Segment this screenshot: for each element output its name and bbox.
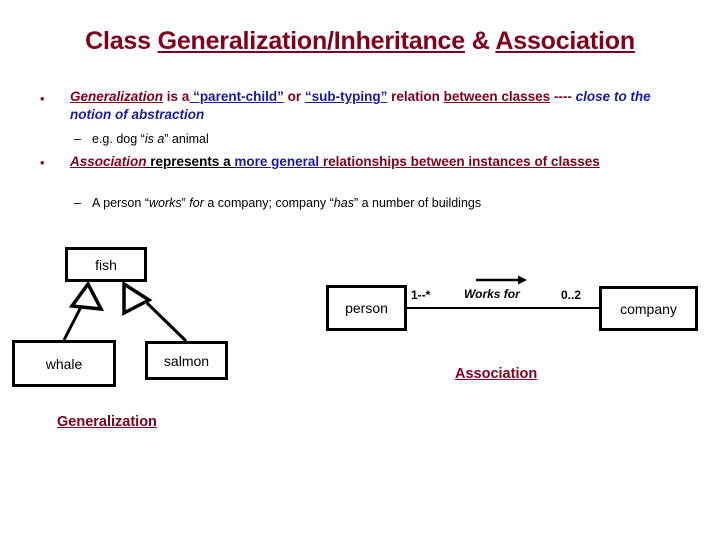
sub2-seg-works: works bbox=[148, 196, 182, 210]
bullet-text-1: Generalization is a “parent-child” or “s… bbox=[70, 88, 670, 124]
title-joiner: & bbox=[464, 27, 496, 55]
class-box-person[interactable]: person bbox=[326, 285, 407, 331]
class-box-salmon-label: salmon bbox=[163, 352, 210, 369]
caption-association: Association bbox=[455, 366, 538, 382]
sub2-seg-has: has bbox=[333, 196, 354, 210]
sub-bullet-1: – e.g. dog “is a” animal bbox=[74, 131, 209, 147]
class-box-person-label: person bbox=[345, 300, 388, 316]
sub1-seg-a: e.g. dog “ bbox=[92, 132, 145, 146]
bullet1-seg-generalization: Generalization bbox=[70, 89, 164, 104]
class-box-salmon[interactable]: salmon bbox=[145, 341, 228, 380]
title-prefix: Class bbox=[85, 27, 158, 55]
bullet-text-2: Association represents a more general re… bbox=[70, 153, 698, 171]
bullet1-seg-or: or bbox=[283, 89, 305, 104]
class-box-company[interactable]: company bbox=[599, 286, 698, 331]
generalization-line-salmon bbox=[145, 301, 188, 343]
caption-generalization: Generalization bbox=[57, 414, 157, 430]
sub-bullet-2: – A person “works” for a company; company… bbox=[74, 195, 481, 211]
sub1-seg-isa: is a bbox=[144, 132, 165, 146]
sub1-seg-b: ” animal bbox=[164, 132, 209, 146]
bullet2-seg-more-general: more general bbox=[234, 154, 320, 169]
page-title: Class Generalization/Inheritance & Assoc… bbox=[0, 27, 720, 56]
sub2-seg-a: A person “ bbox=[92, 196, 149, 210]
bullet-marker-2: • bbox=[40, 155, 45, 170]
bullet1-seg-sub-typing: “sub-typing” bbox=[304, 89, 388, 104]
sub2-seg-for: for bbox=[189, 196, 204, 210]
class-box-company-label: company bbox=[620, 300, 677, 317]
class-box-fish-label: fish bbox=[95, 256, 117, 273]
bullet2-seg-association: Association bbox=[70, 154, 147, 169]
sub2-seg-c: a company; company “ bbox=[203, 196, 334, 210]
multiplicity-left: 1--* bbox=[411, 288, 431, 302]
association-direction-arrow-head bbox=[518, 275, 527, 285]
class-box-whale-label: whale bbox=[45, 355, 83, 372]
bullet1-seg-relation: relation bbox=[387, 89, 444, 104]
title-association: Association bbox=[495, 27, 635, 55]
sub2-seg-d: ” a number of buildings bbox=[353, 196, 482, 210]
bullet1-seg-parent-child: “parent-child” bbox=[189, 89, 284, 104]
bullet2-seg-relationships: relationships between instances of class… bbox=[319, 154, 600, 169]
association-verb-label: Works for bbox=[464, 287, 520, 301]
bullet2-seg-represents: represents a bbox=[146, 154, 235, 169]
class-box-whale[interactable]: whale bbox=[12, 340, 116, 387]
bullet1-seg-between-classes: between classes bbox=[443, 89, 551, 104]
generalization-arrowhead-salmon bbox=[122, 280, 153, 316]
bullet1-seg-dashes: ---- bbox=[550, 89, 576, 104]
bullet1-seg-isa: is a bbox=[163, 89, 190, 104]
class-box-fish[interactable]: fish bbox=[65, 247, 147, 282]
sub-bullet-marker-2: – bbox=[74, 196, 81, 210]
bullet-marker-1: • bbox=[40, 91, 45, 106]
generalization-arrowhead-whale bbox=[68, 280, 105, 312]
multiplicity-right: 0..2 bbox=[561, 288, 582, 302]
sub-bullet-marker-1: – bbox=[74, 132, 81, 146]
title-generalization-inheritance: Generalization/Inheritance bbox=[157, 27, 466, 55]
slide-canvas: Class Generalization/Inheritance & Assoc… bbox=[0, 0, 720, 540]
generalization-line-whale bbox=[62, 302, 85, 341]
